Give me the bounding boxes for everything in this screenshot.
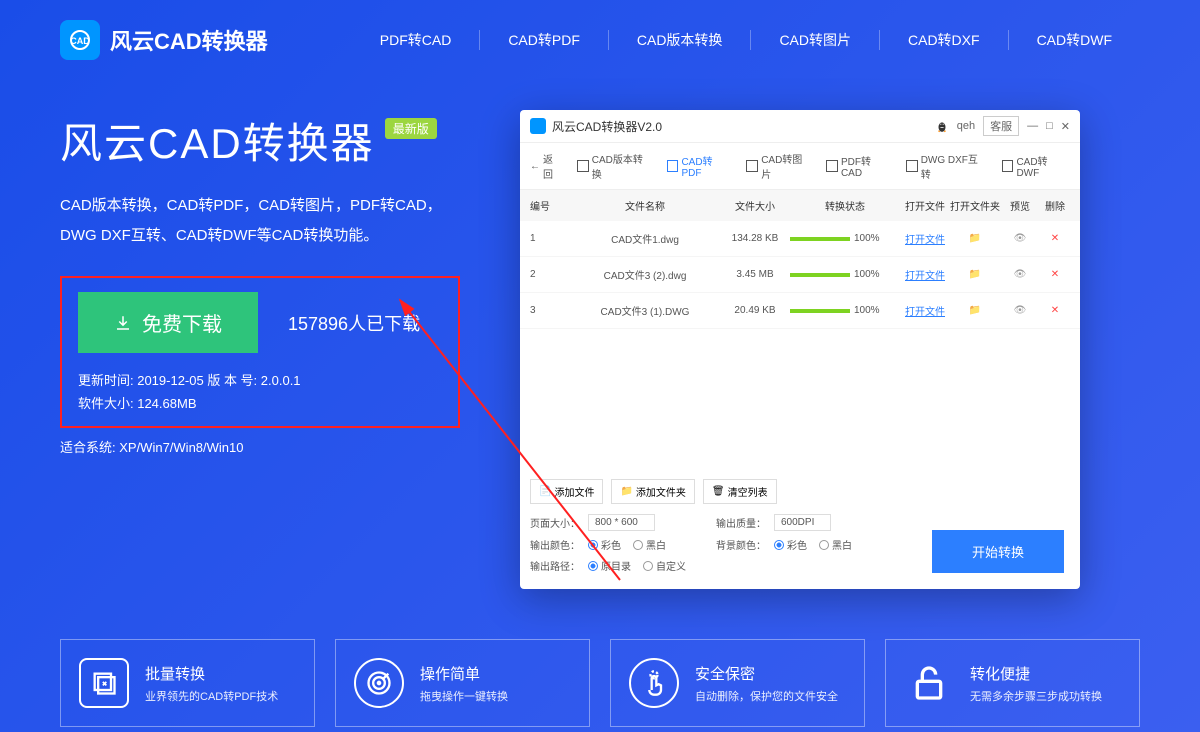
- close-icon[interactable]: ✕: [1061, 120, 1070, 133]
- tab-dwg-dxf[interactable]: DWG DXF互转: [906, 151, 988, 181]
- lock-icon: [904, 658, 954, 708]
- path-orig-radio[interactable]: 原目录: [588, 558, 631, 573]
- feature-fast: 转化便捷无需多余步骤三步成功转换: [885, 639, 1140, 727]
- nav-cad-to-image[interactable]: CAD转图片: [750, 30, 879, 50]
- hero-left: 风云CAD转换器 最新版 CAD版本转换，CAD转PDF，CAD转图片，PDF转…: [60, 110, 480, 589]
- tab-cad-dwf[interactable]: CAD转DWF: [1002, 153, 1071, 179]
- app-logo-icon: [530, 118, 546, 134]
- customer-service[interactable]: 客服: [983, 116, 1019, 136]
- nav-cad-to-pdf[interactable]: CAD转PDF: [479, 30, 608, 50]
- description: CAD版本转换，CAD转PDF，CAD转图片，PDF转CAD， DWG DXF互…: [60, 191, 480, 251]
- minimize-icon[interactable]: —: [1027, 120, 1038, 132]
- batch-icon: [79, 658, 129, 708]
- tab-cad-image[interactable]: CAD转图片: [746, 151, 812, 181]
- start-convert-button[interactable]: 开始转换: [932, 530, 1064, 573]
- bg-color-radio[interactable]: 彩色: [774, 537, 807, 552]
- add-folder-button[interactable]: 📁 添加文件夹: [611, 479, 694, 504]
- clear-list-button[interactable]: 🗑 清空列表: [703, 479, 777, 504]
- delete-icon[interactable]: ✕: [1040, 269, 1070, 280]
- folder-icon[interactable]: 📁: [950, 233, 1000, 244]
- nav-cad-to-dxf[interactable]: CAD转DXF: [879, 30, 1008, 50]
- qq-icon[interactable]: [935, 119, 949, 133]
- tab-pdf-cad[interactable]: PDF转CAD: [826, 153, 892, 179]
- dpi-select[interactable]: 600DPI: [774, 514, 831, 531]
- delete-icon[interactable]: ✕: [1040, 233, 1070, 244]
- page-title: 风云CAD转换器: [60, 110, 375, 171]
- eye-icon[interactable]: 👁: [1000, 305, 1040, 316]
- maximize-icon[interactable]: □: [1046, 120, 1053, 132]
- nav-cad-to-dwf[interactable]: CAD转DWF: [1008, 30, 1140, 50]
- nav-cad-version[interactable]: CAD版本转换: [608, 30, 751, 50]
- target-icon: [354, 658, 404, 708]
- path-custom-radio[interactable]: 自定义: [643, 558, 686, 573]
- table-row: 2 CAD文件3 (2).dwg 3.45 MB 100% 打开文件 📁 👁 ✕: [520, 257, 1080, 293]
- folder-icon[interactable]: 📁: [950, 305, 1000, 316]
- update-info: 更新时间: 2019-12-05 版 本 号: 2.0.0.1: [78, 369, 442, 392]
- username[interactable]: qeh: [957, 120, 975, 132]
- folder-icon[interactable]: 📁: [950, 269, 1000, 280]
- feature-easy: 操作简单拖曳操作一键转换: [335, 639, 590, 727]
- download-button[interactable]: 免费下载: [78, 292, 258, 353]
- app-toolbar: ← 返回 CAD版本转换 CAD转PDF CAD转图片 PDF转CAD DWG …: [520, 143, 1080, 190]
- system-info: 适合系统: XP/Win7/Win8/Win10: [60, 436, 480, 459]
- logo-icon: CAD: [60, 20, 100, 60]
- table-header: 编号 文件名称 文件大小 转换状态 打开文件 打开文件夹 预览 删除: [520, 190, 1080, 221]
- table-row: 1 CAD文件1.dwg 134.28 KB 100% 打开文件 📁 👁 ✕: [520, 221, 1080, 257]
- svg-text:CAD: CAD: [70, 36, 90, 46]
- tab-cad-version[interactable]: CAD版本转换: [577, 151, 653, 181]
- download-count: 157896人已下载: [288, 310, 420, 336]
- open-file-link[interactable]: 打开文件: [900, 267, 950, 282]
- logo[interactable]: CAD 风云CAD转换器: [60, 20, 268, 60]
- nav: PDF转CAD CAD转PDF CAD版本转换 CAD转图片 CAD转DXF C…: [352, 30, 1140, 50]
- eye-icon[interactable]: 👁: [1000, 233, 1040, 244]
- open-file-link[interactable]: 打开文件: [900, 303, 950, 318]
- hero-right: 风云CAD转换器V2.0 qeh 客服 — □ ✕ ← 返回 CAD版本转换 C…: [520, 110, 1140, 589]
- bg-bw-radio[interactable]: 黑白: [819, 537, 852, 552]
- file-size-info: 软件大小: 124.68MB: [78, 392, 442, 415]
- delete-icon[interactable]: ✕: [1040, 305, 1070, 316]
- table-row: 3 CAD文件3 (1).DWG 20.49 KB 100% 打开文件 📁 👁 …: [520, 293, 1080, 329]
- back-button[interactable]: ← 返回: [530, 151, 563, 181]
- logo-text: 风云CAD转换器: [110, 24, 268, 56]
- app-controls: qeh 客服 — □ ✕: [935, 116, 1070, 136]
- header: CAD 风云CAD转换器 PDF转CAD CAD转PDF CAD版本转换 CAD…: [0, 0, 1200, 80]
- add-file-button[interactable]: 📄 添加文件: [530, 479, 603, 504]
- hero: 风云CAD转换器 最新版 CAD版本转换，CAD转PDF，CAD转图片，PDF转…: [0, 80, 1200, 599]
- app-window: 风云CAD转换器V2.0 qeh 客服 — □ ✕ ← 返回 CAD版本转换 C…: [520, 110, 1080, 589]
- feature-batch: 批量转换业界领先的CAD转PDF技术: [60, 639, 315, 727]
- eye-icon[interactable]: 👁: [1000, 269, 1040, 280]
- app-titlebar: 风云CAD转换器V2.0 qeh 客服 — □ ✕: [520, 110, 1080, 143]
- features: 批量转换业界领先的CAD转PDF技术 操作简单拖曳操作一键转换 安全保密自动删除…: [0, 599, 1200, 727]
- latest-badge: 最新版: [385, 118, 437, 139]
- touch-icon: [629, 658, 679, 708]
- feature-secure: 安全保密自动删除，保护您的文件安全: [610, 639, 865, 727]
- tab-cad-pdf[interactable]: CAD转PDF: [667, 153, 733, 179]
- nav-pdf-to-cad[interactable]: PDF转CAD: [352, 30, 480, 50]
- out-color-radio[interactable]: 彩色: [588, 537, 621, 552]
- download-icon: [114, 314, 132, 332]
- page-size-select[interactable]: 800 * 600: [588, 514, 655, 531]
- out-bw-radio[interactable]: 黑白: [633, 537, 666, 552]
- open-file-link[interactable]: 打开文件: [900, 231, 950, 246]
- download-box: 免费下载 157896人已下载 更新时间: 2019-12-05 版 本 号: …: [60, 276, 460, 428]
- app-title: 风云CAD转换器V2.0: [552, 118, 662, 135]
